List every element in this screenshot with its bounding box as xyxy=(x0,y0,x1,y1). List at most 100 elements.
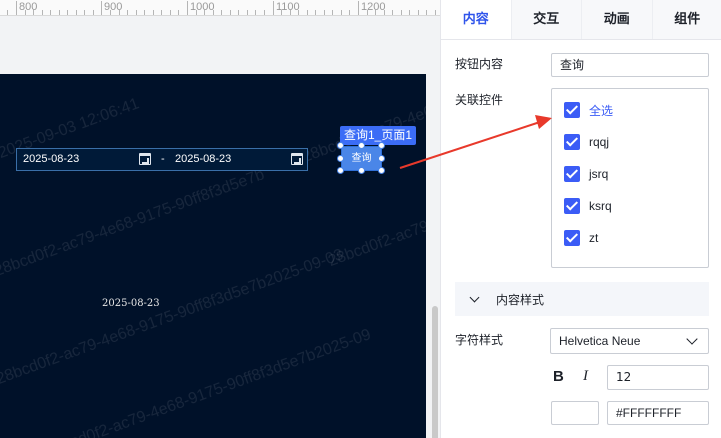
ruler-tick xyxy=(93,10,94,15)
font-family-value: Helvetica Neue xyxy=(559,334,641,348)
checkbox-jsrq[interactable]: jsrq xyxy=(564,166,608,182)
ruler-tick xyxy=(315,10,316,15)
ruler-tick xyxy=(401,10,402,15)
panel-tabs: 内容 交互 动画 组件 xyxy=(441,0,721,40)
font-color-swatch[interactable] xyxy=(551,401,599,425)
start-date-value[interactable]: 2025-08-23 xyxy=(23,153,79,165)
ruler-tick xyxy=(298,10,299,15)
font-color-input[interactable]: #FFFFFFFF xyxy=(607,401,709,425)
checkbox-label: 全选 xyxy=(589,103,614,118)
font-family-select[interactable]: Helvetica Neue xyxy=(550,328,709,354)
ruler-tick xyxy=(67,10,68,15)
ruler-tick xyxy=(255,10,256,15)
ruler-tick xyxy=(136,10,137,15)
ruler-tick xyxy=(247,10,248,15)
checkbox-checked-icon[interactable] xyxy=(564,134,580,150)
ruler-tick xyxy=(409,10,410,15)
ruler-tick xyxy=(418,10,419,15)
checkbox-ksrq[interactable]: ksrq xyxy=(564,198,612,214)
ruler-tick xyxy=(307,10,308,15)
ruler-tick xyxy=(101,1,102,15)
font-size-input[interactable]: 12 xyxy=(607,365,709,390)
ruler-label: 1000 xyxy=(190,1,215,13)
ruler-tick xyxy=(273,1,274,15)
calendar-icon[interactable] xyxy=(139,153,151,165)
ruler-tick xyxy=(59,10,60,15)
ruler-tick xyxy=(110,10,111,15)
ruler-tick xyxy=(435,10,436,15)
static-date-text: 2025-08-23 xyxy=(102,298,160,309)
ruler-tick xyxy=(16,1,17,15)
ruler-tick xyxy=(76,10,77,15)
tab-interaction[interactable]: 交互 xyxy=(512,0,582,39)
ruler-label: 1200 xyxy=(361,1,386,13)
tab-animation[interactable]: 动画 xyxy=(582,0,653,39)
horizontal-ruler: 800 900 1000 1100 1200 xyxy=(0,0,440,16)
ruler-label: 800 xyxy=(19,1,38,13)
resize-handle[interactable] xyxy=(358,167,365,174)
checkbox-label: rqqj xyxy=(589,135,610,149)
linked-controls-list: 全选 rqqj jsrq ksrq zt xyxy=(551,88,709,268)
checkbox-checked-icon[interactable] xyxy=(564,166,580,182)
tab-content[interactable]: 内容 xyxy=(441,0,512,39)
button-content-input[interactable]: 查询 xyxy=(551,53,709,77)
bold-button[interactable]: B xyxy=(553,368,564,385)
ruler-tick xyxy=(84,10,85,15)
resize-handle[interactable] xyxy=(337,167,344,174)
ruler-tick xyxy=(367,10,368,15)
resize-handle[interactable] xyxy=(337,155,344,162)
ruler-tick xyxy=(392,10,393,15)
button-content-label: 按钮内容 xyxy=(455,57,504,71)
resize-handle[interactable] xyxy=(358,142,365,149)
ruler-tick xyxy=(384,10,385,15)
ruler-tick xyxy=(187,1,188,15)
chevron-down-icon[interactable] xyxy=(469,292,480,302)
ruler-tick xyxy=(144,10,145,15)
scrollbar-thumb[interactable] xyxy=(432,306,438,438)
checkbox-label: zt xyxy=(589,231,599,245)
linked-controls-label: 关联控件 xyxy=(455,93,504,107)
resize-handle[interactable] xyxy=(378,155,385,162)
chevron-down-icon[interactable] xyxy=(686,333,698,345)
tab-component[interactable]: 组件 xyxy=(653,0,721,39)
date-range-picker[interactable]: 2025-08-23 - 2025-08-23 xyxy=(16,148,308,171)
ruler-tick xyxy=(290,10,291,15)
content-style-section-header[interactable]: 内容样式 xyxy=(455,282,709,316)
ruler-tick xyxy=(161,10,162,15)
canvas-scrollbar[interactable] xyxy=(430,16,440,438)
resize-handle[interactable] xyxy=(378,142,385,149)
ruler-tick xyxy=(213,10,214,15)
ruler-tick xyxy=(426,10,427,15)
editor-window: 800 900 1000 1100 1200 2025-09-03 12:06:… xyxy=(0,0,721,438)
ruler-tick xyxy=(50,10,51,15)
checkbox-checked-icon[interactable] xyxy=(564,198,580,214)
ruler-tick xyxy=(324,10,325,15)
ruler-tick xyxy=(25,10,26,15)
ruler-tick xyxy=(238,10,239,15)
ruler-tick xyxy=(170,10,171,15)
ruler-tick xyxy=(349,10,350,15)
checkbox-select-all[interactable]: 全选 xyxy=(564,102,613,118)
checkbox-zt[interactable]: zt xyxy=(564,230,598,246)
section-title: 内容样式 xyxy=(496,292,545,307)
resize-handle[interactable] xyxy=(378,167,385,174)
calendar-icon[interactable] xyxy=(291,153,303,165)
date-separator: - xyxy=(161,153,165,165)
ruler-tick xyxy=(153,10,154,15)
checkbox-label: jsrq xyxy=(589,167,609,181)
checkbox-rqqj[interactable]: rqqj xyxy=(564,134,609,150)
ruler-tick xyxy=(281,10,282,15)
ruler-tick xyxy=(230,10,231,15)
ruler-tick xyxy=(33,10,34,15)
ruler-tick xyxy=(7,10,8,15)
ruler-tick xyxy=(178,10,179,15)
italic-button[interactable]: I xyxy=(583,368,588,385)
checkbox-checked-icon[interactable] xyxy=(564,102,580,118)
resize-handle[interactable] xyxy=(337,142,344,149)
ruler-tick xyxy=(196,10,197,15)
checkbox-checked-icon[interactable] xyxy=(564,230,580,246)
ruler-tick xyxy=(119,10,120,15)
ruler-label: 1100 xyxy=(276,1,300,13)
ruler-tick xyxy=(204,10,205,15)
end-date-value[interactable]: 2025-08-23 xyxy=(175,153,231,165)
